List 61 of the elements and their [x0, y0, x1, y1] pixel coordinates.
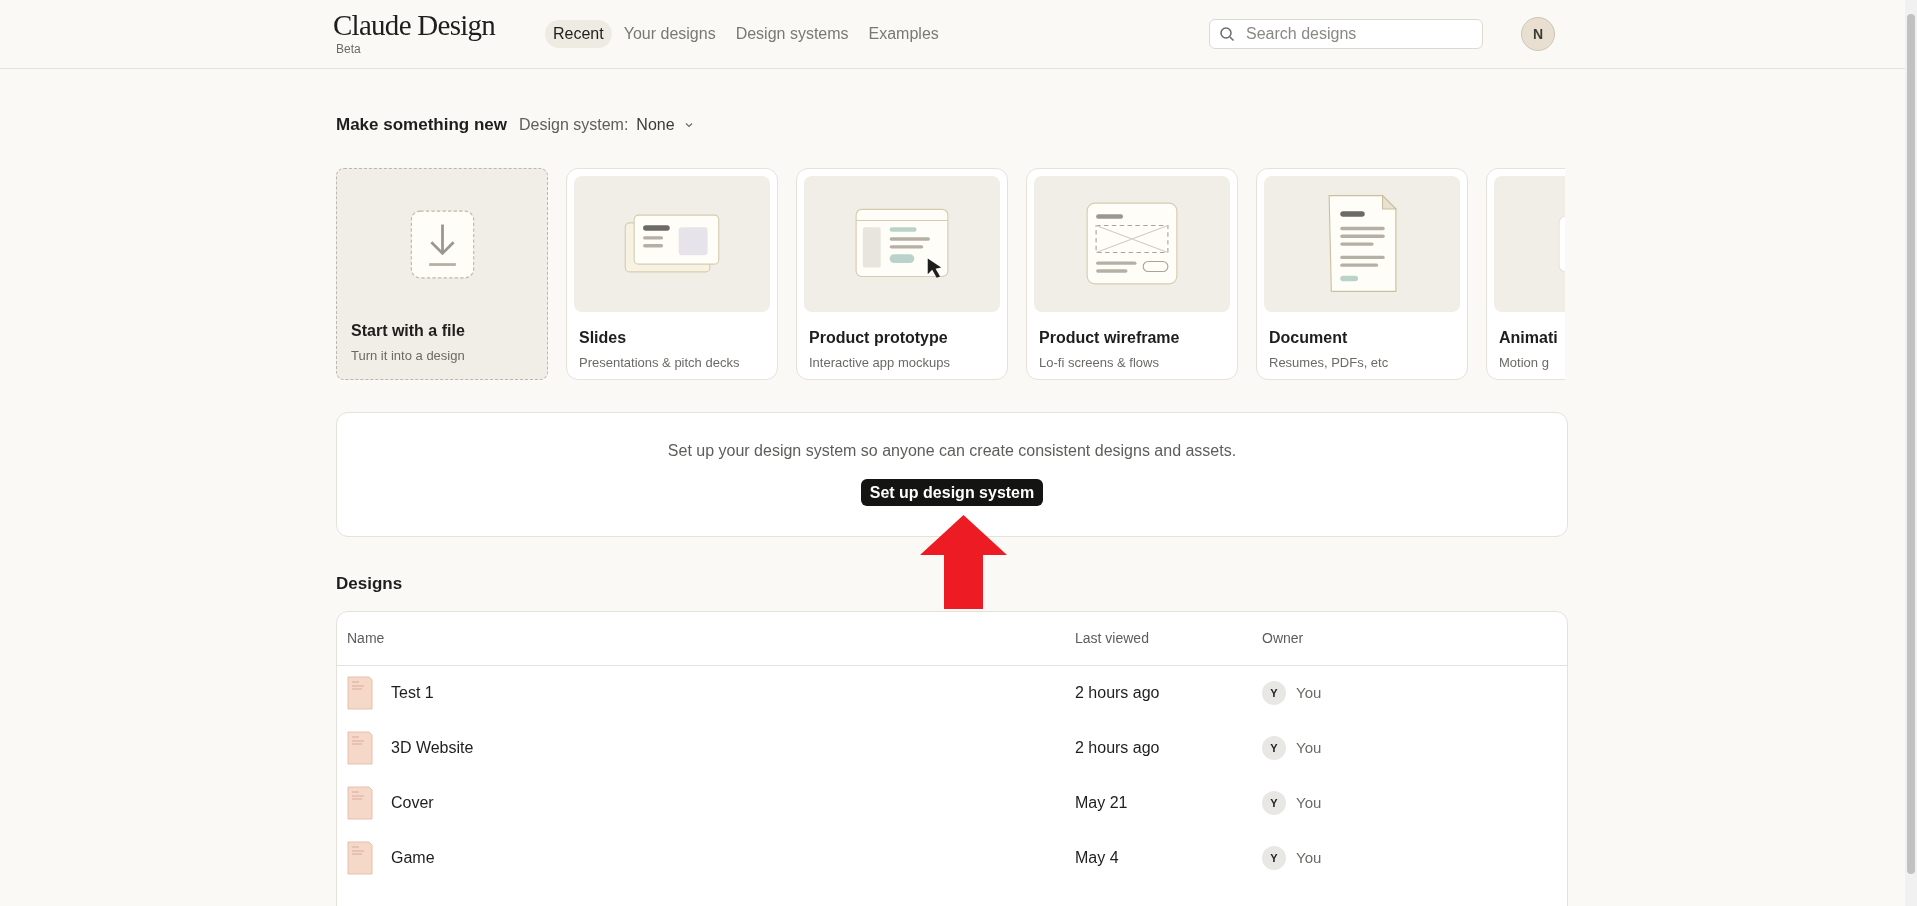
table-cell-text: May 21 [1075, 793, 1129, 813]
owner-name: You [1296, 737, 1322, 758]
design-name: Cover [391, 793, 434, 813]
owner-avatar: Y [1262, 736, 1286, 760]
user-avatar[interactable]: N [1521, 17, 1555, 51]
table-cell-text: 2 hours ago [1075, 683, 1161, 703]
card-subtitle: Resumes, PDFs, etc [1269, 353, 1390, 372]
section-title: Designs [336, 573, 404, 595]
table-row[interactable]: Test 1 2 hours ago Y You [337, 665, 1567, 721]
file-icon [347, 786, 373, 820]
section-title: Make something new [336, 114, 507, 137]
nav-tab[interactable]: Recent [545, 20, 612, 48]
table-row[interactable]: Game May 4 Y You [337, 830, 1567, 886]
table-row[interactable]: Cover May 21 Y You [337, 775, 1567, 831]
scrollbar[interactable] [1905, 0, 1917, 906]
file-icon [347, 731, 373, 765]
design-name: 3D Website [391, 738, 474, 758]
file-icon [347, 676, 373, 710]
owner-name: You [1296, 682, 1322, 703]
design-system-dropdown[interactable]: Design system: None [519, 113, 695, 137]
search-icon [1219, 26, 1235, 42]
owner-avatar: Y [1262, 681, 1286, 705]
template-card[interactable]: Product prototype Interactive app mockups [796, 168, 1008, 380]
design-name: Game [391, 848, 435, 868]
card-title: Start with a file [351, 321, 466, 341]
card-subtitle: Lo-fi screens & flows [1039, 353, 1160, 372]
design-name: Test 1 [391, 683, 434, 703]
card-subtitle: Interactive app mockups [809, 353, 951, 372]
table-row[interactable]: 3D Website 2 hours ago Y You [337, 720, 1567, 776]
table-cell-text: 2 hours ago [1075, 738, 1161, 758]
logo[interactable]: Claude Design [333, 10, 545, 40]
column-header[interactable]: Name [337, 627, 1075, 649]
template-card[interactable]: Start with a file Turn it into a design [336, 168, 548, 380]
table-cell-text: May 4 [1075, 848, 1120, 868]
search-field[interactable]: Search designs [1209, 19, 1483, 49]
banner-text: Set up your design system so anyone can create consistent designs and assets. [667, 441, 1237, 461]
upload-illustration [409, 209, 475, 279]
nav-tab[interactable]: Design systems [727, 20, 857, 48]
owner-avatar: Y [1262, 791, 1286, 815]
file-icon [347, 841, 373, 875]
card-subtitle: Turn it into a design [351, 347, 466, 365]
owner-name: You [1296, 792, 1322, 813]
template-card[interactable]: Slides Presentations & pitch decks [566, 168, 778, 380]
owner-name: You [1296, 847, 1322, 868]
owner-avatar: Y [1262, 846, 1286, 870]
card-title: Animati [1499, 327, 1559, 348]
nav-tab[interactable]: Examples [860, 20, 947, 48]
card-subtitle: Motion g [1499, 353, 1550, 372]
template-card[interactable]: Animati Motion g [1486, 168, 1565, 380]
card-subtitle: Presentations & pitch decks [579, 353, 741, 372]
template-card[interactable]: Product wireframe Lo-fi screens & flows [1026, 168, 1238, 380]
column-header[interactable]: Owner [1262, 627, 1567, 649]
column-header[interactable]: Last viewed [1075, 627, 1262, 649]
card-title: Product prototype [809, 327, 949, 348]
beta-label: Beta [336, 41, 362, 58]
setup-design-system-button[interactable]: Set up design system [860, 479, 1044, 506]
nav-tab[interactable]: Your designs [615, 20, 724, 48]
card-title: Slides [579, 327, 628, 348]
card-title: Product wireframe [1039, 327, 1181, 348]
template-card[interactable]: Document Resumes, PDFs, etc [1256, 168, 1468, 380]
card-title: Document [1269, 327, 1349, 348]
